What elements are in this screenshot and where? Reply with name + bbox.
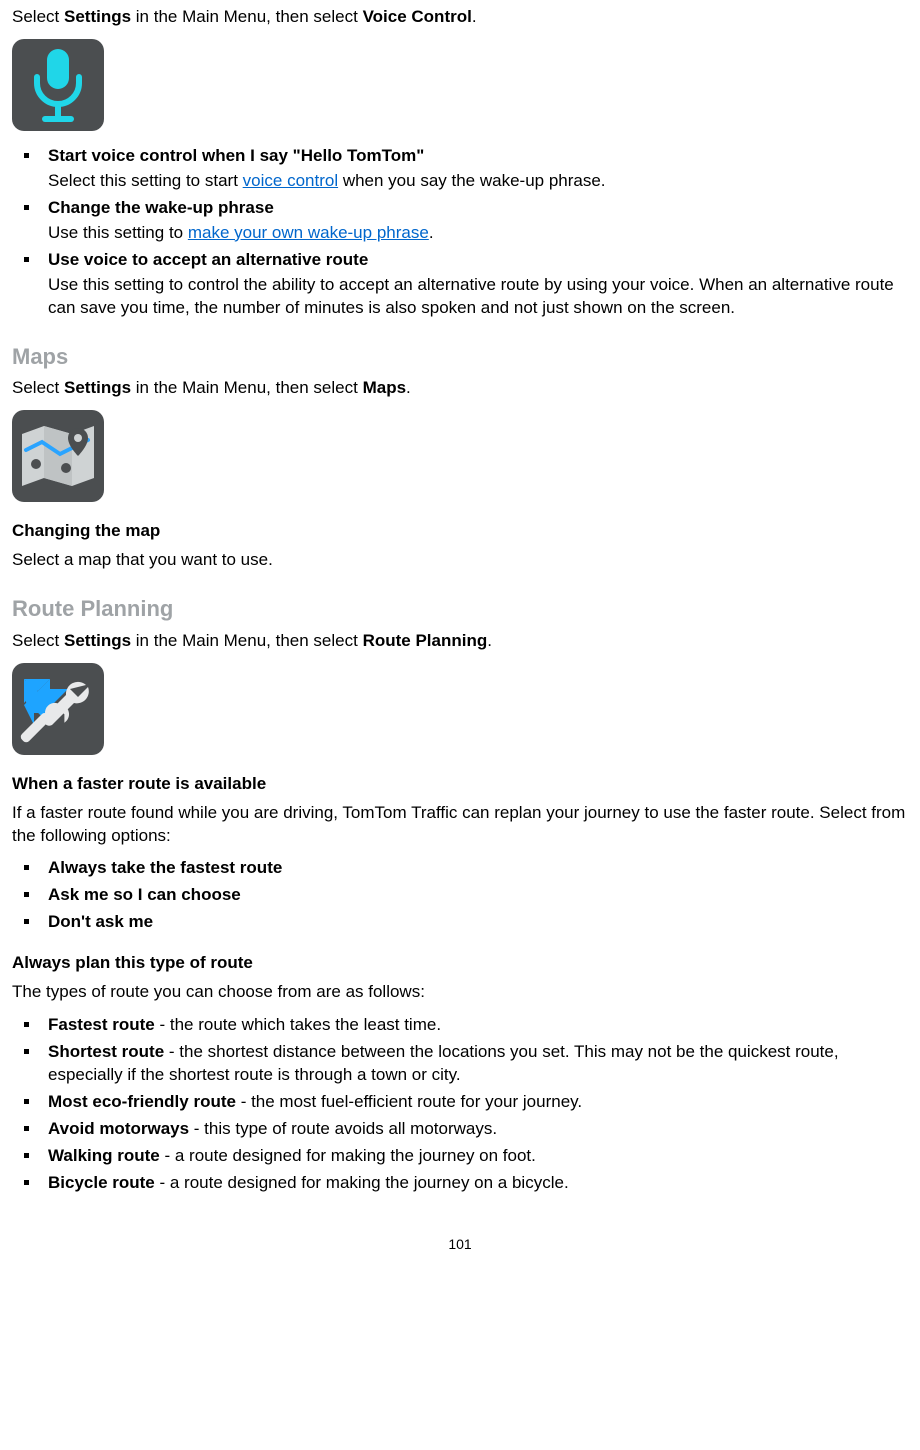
option-body: Use this setting to control the ability … bbox=[48, 274, 908, 320]
maps-label: Maps bbox=[363, 378, 406, 397]
settings-label: Settings bbox=[64, 378, 131, 397]
voice-control-label: Voice Control bbox=[363, 7, 472, 26]
text: in the Main Menu, then select bbox=[131, 378, 363, 397]
type-desc: - the route which takes the least time. bbox=[155, 1015, 441, 1034]
type-desc: - the shortest distance between the loca… bbox=[48, 1042, 839, 1084]
list-item: Avoid motorways - this type of route avo… bbox=[48, 1118, 908, 1141]
voice-control-options: Start voice control when I say "Hello To… bbox=[12, 145, 908, 320]
voice-control-link[interactable]: voice control bbox=[243, 171, 338, 190]
type-name: Fastest route bbox=[48, 1015, 155, 1034]
option-body: Select this setting to start voice contr… bbox=[48, 170, 908, 193]
list-item: Ask me so I can choose bbox=[48, 884, 908, 907]
text: Select bbox=[12, 7, 64, 26]
settings-label: Settings bbox=[64, 631, 131, 650]
type-desc: - the most fuel-efficient route for your… bbox=[236, 1092, 582, 1111]
list-item: Shortest route - the shortest distance b… bbox=[48, 1041, 908, 1087]
route-planning-heading: Route Planning bbox=[12, 594, 908, 624]
type-name: Shortest route bbox=[48, 1042, 164, 1061]
type-desc: - a route designed for making the journe… bbox=[160, 1146, 536, 1165]
wakeup-phrase-link[interactable]: make your own wake-up phrase bbox=[188, 223, 429, 242]
faster-route-body: If a faster route found while you are dr… bbox=[12, 802, 908, 848]
list-item: Walking route - a route designed for mak… bbox=[48, 1145, 908, 1168]
route-type-subheading: Always plan this type of route bbox=[12, 952, 908, 975]
voice-control-icon bbox=[12, 39, 104, 131]
route-planning-label: Route Planning bbox=[363, 631, 488, 650]
arrow-wrench-icon bbox=[16, 667, 100, 751]
text: in the Main Menu, then select bbox=[131, 7, 363, 26]
changing-map-subheading: Changing the map bbox=[12, 520, 908, 543]
text: Use this setting to bbox=[48, 223, 188, 242]
text: . bbox=[429, 223, 434, 242]
list-item: Don't ask me bbox=[48, 911, 908, 934]
option-label: Don't ask me bbox=[48, 912, 153, 931]
option-label: Always take the fastest route bbox=[48, 858, 282, 877]
folded-map-icon bbox=[16, 420, 100, 492]
list-item: Fastest route - the route which takes th… bbox=[48, 1014, 908, 1037]
option-label: Ask me so I can choose bbox=[48, 885, 241, 904]
text: when you say the wake-up phrase. bbox=[338, 171, 605, 190]
type-desc: - this type of route avoids all motorway… bbox=[189, 1119, 497, 1138]
faster-route-subheading: When a faster route is available bbox=[12, 773, 908, 796]
option-title: Change the wake-up phrase bbox=[48, 198, 274, 217]
text: . bbox=[487, 631, 492, 650]
route-types: Fastest route - the route which takes th… bbox=[12, 1014, 908, 1195]
type-desc: - a route designed for making the journe… bbox=[155, 1173, 569, 1192]
list-item: Bicycle route - a route designed for mak… bbox=[48, 1172, 908, 1195]
type-name: Walking route bbox=[48, 1146, 160, 1165]
route-planning-icon bbox=[12, 663, 104, 755]
list-item: Always take the fastest route bbox=[48, 857, 908, 880]
option-title: Start voice control when I say "Hello To… bbox=[48, 146, 424, 165]
voice-control-intro: Select Settings in the Main Menu, then s… bbox=[12, 6, 908, 29]
maps-heading: Maps bbox=[12, 342, 908, 372]
changing-map-body: Select a map that you want to use. bbox=[12, 549, 908, 572]
maps-intro: Select Settings in the Main Menu, then s… bbox=[12, 377, 908, 400]
list-item: Most eco-friendly route - the most fuel-… bbox=[48, 1091, 908, 1114]
text: . bbox=[406, 378, 411, 397]
text: Select bbox=[12, 631, 64, 650]
text: Select bbox=[12, 378, 64, 397]
text: in the Main Menu, then select bbox=[131, 631, 363, 650]
list-item: Use voice to accept an alternative route… bbox=[48, 249, 908, 320]
maps-icon bbox=[12, 410, 104, 502]
list-item: Change the wake-up phrase Use this setti… bbox=[48, 197, 908, 245]
text: . bbox=[472, 7, 477, 26]
text: Select this setting to start bbox=[48, 171, 243, 190]
option-title: Use voice to accept an alternative route bbox=[48, 250, 368, 269]
page-number: 101 bbox=[12, 1235, 908, 1254]
faster-route-options: Always take the fastest route Ask me so … bbox=[12, 857, 908, 934]
route-type-body: The types of route you can choose from a… bbox=[12, 981, 908, 1004]
type-name: Most eco-friendly route bbox=[48, 1092, 236, 1111]
route-intro: Select Settings in the Main Menu, then s… bbox=[12, 630, 908, 653]
type-name: Avoid motorways bbox=[48, 1119, 189, 1138]
list-item: Start voice control when I say "Hello To… bbox=[48, 145, 908, 193]
type-name: Bicycle route bbox=[48, 1173, 155, 1192]
option-body: Use this setting to make your own wake-u… bbox=[48, 222, 908, 245]
settings-label: Settings bbox=[64, 7, 131, 26]
microphone-icon bbox=[23, 47, 93, 123]
